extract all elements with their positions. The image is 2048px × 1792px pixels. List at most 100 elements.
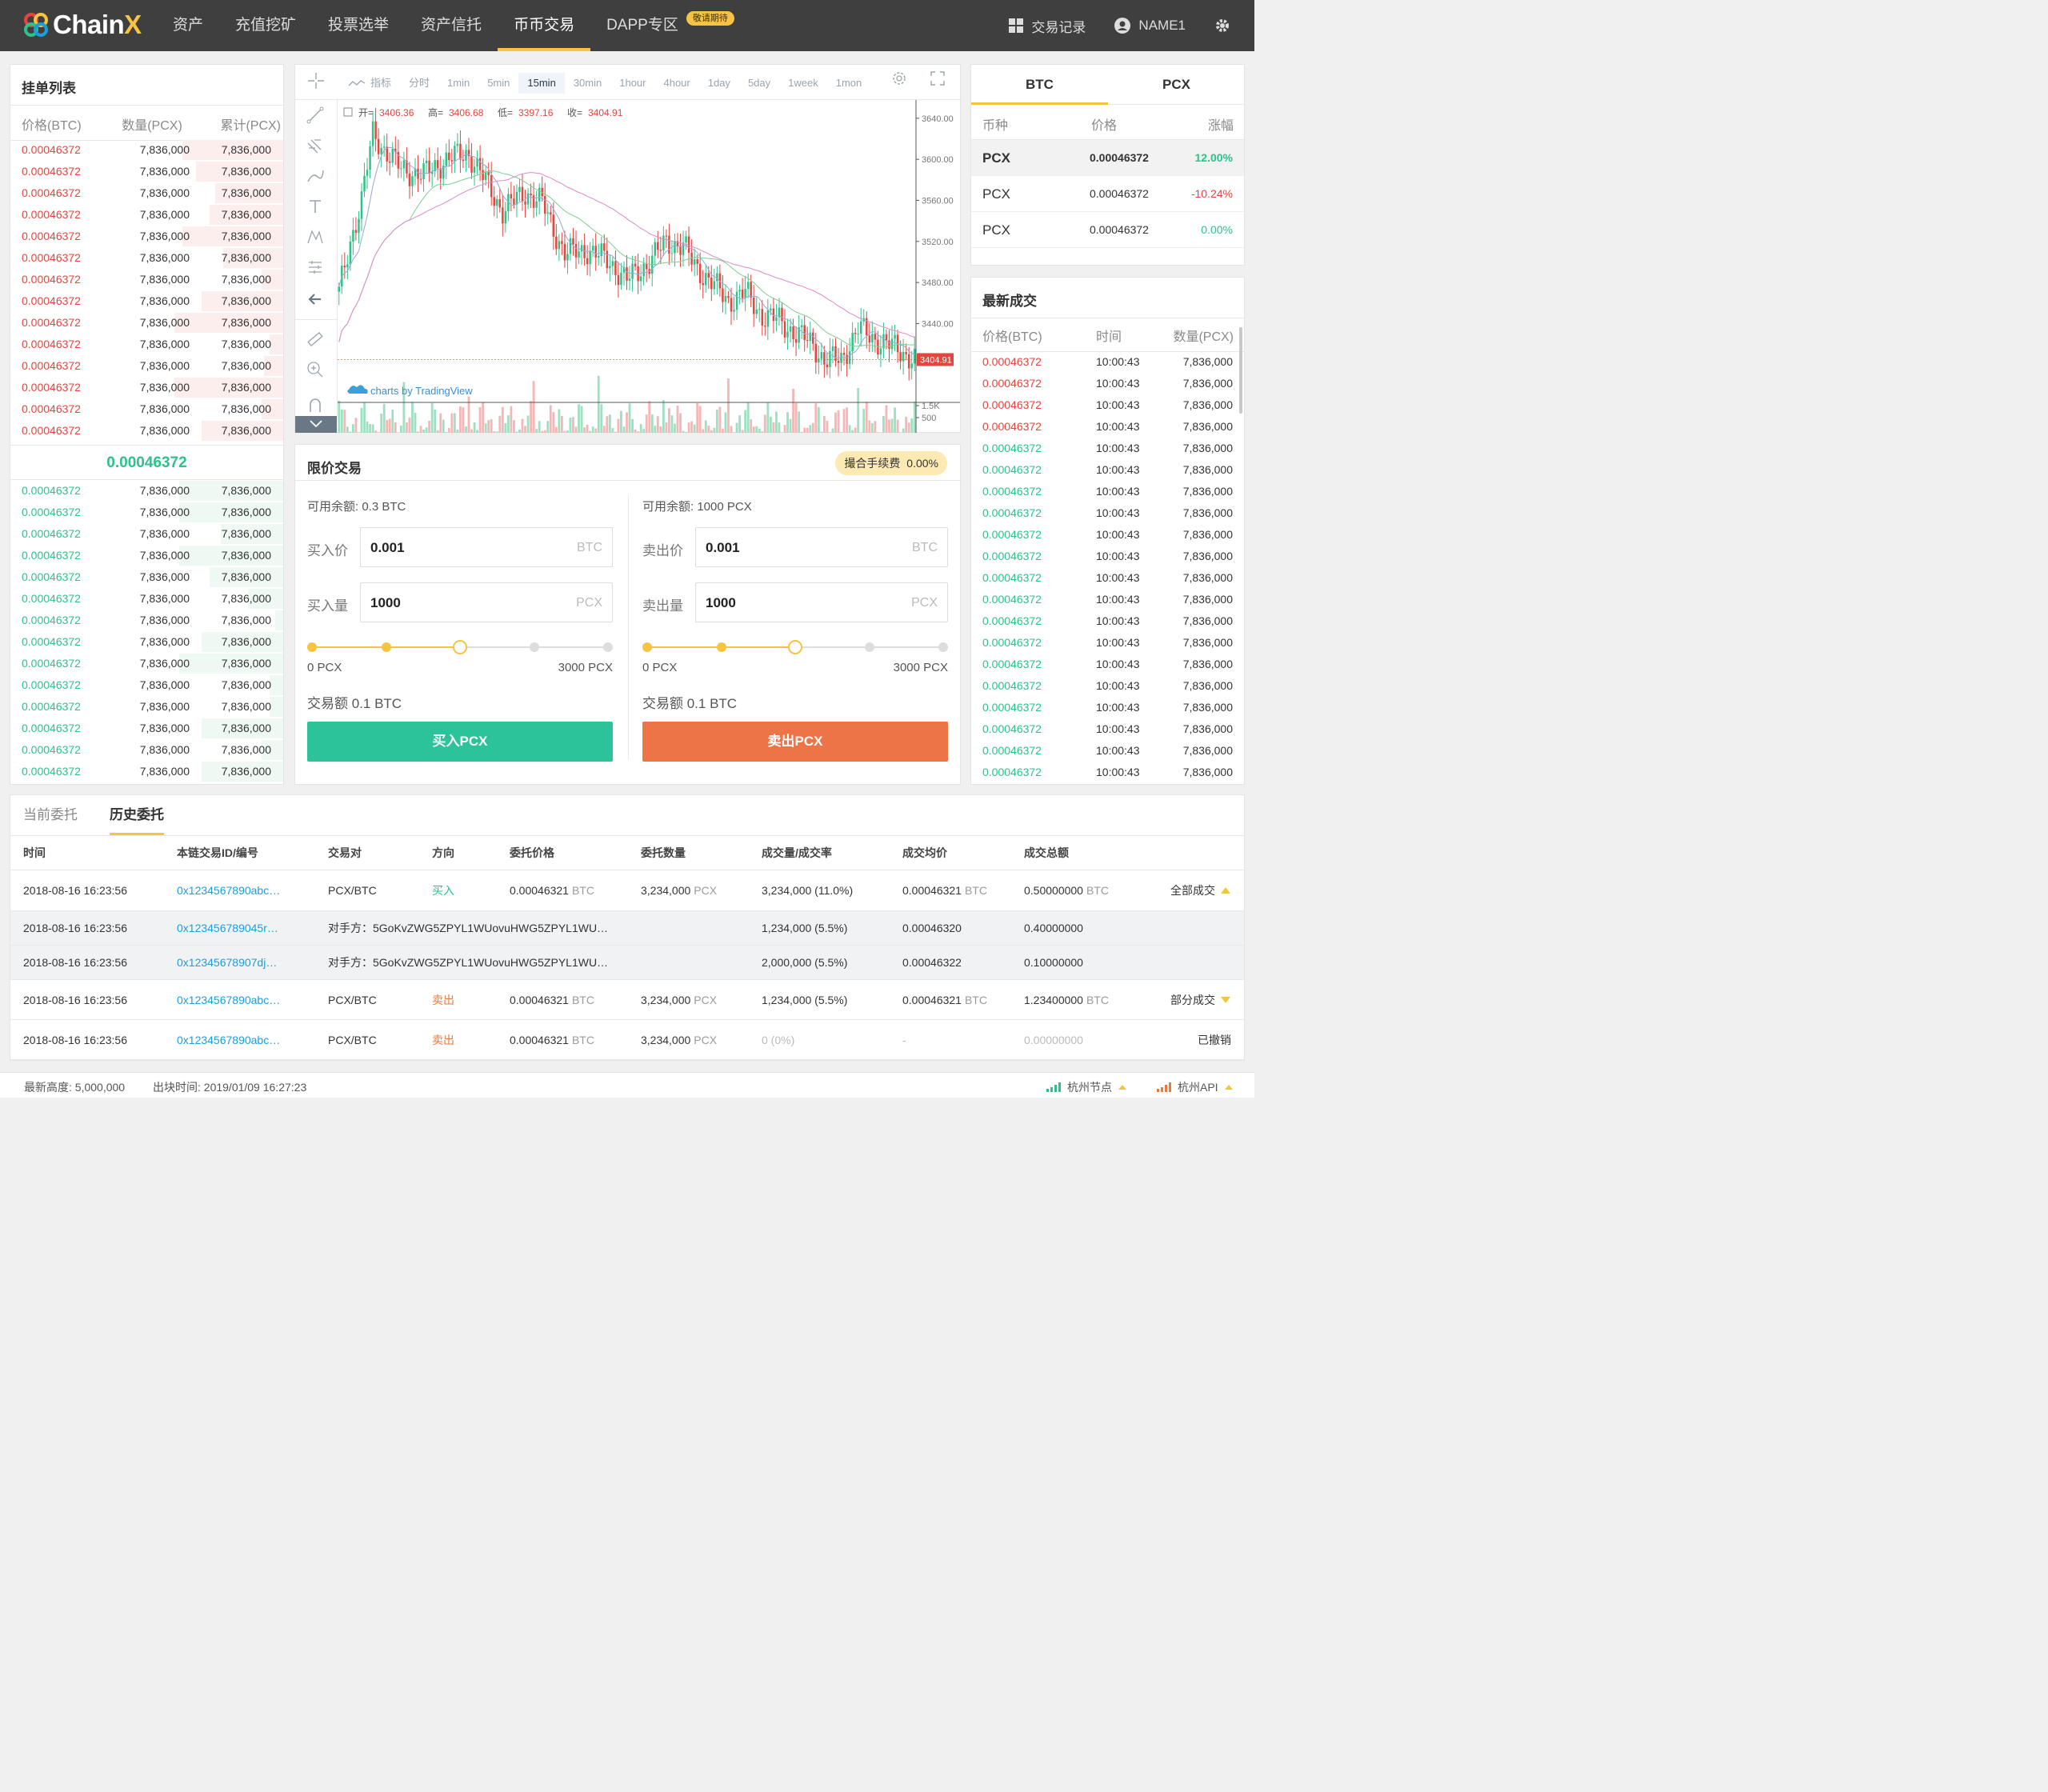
fib-tool-icon[interactable] bbox=[306, 137, 324, 154]
nav-item-0[interactable]: 资产 bbox=[157, 0, 219, 51]
bid-row[interactable]: 0.00046372 7,836,000 7,836,000 bbox=[10, 480, 283, 502]
fullscreen-icon[interactable] bbox=[929, 70, 946, 87]
order-tab-0[interactable]: 当前委托 bbox=[23, 795, 78, 835]
pair-tab-BTC[interactable]: BTC bbox=[971, 65, 1108, 105]
sell-amount-slider[interactable] bbox=[642, 640, 948, 654]
ask-row[interactable]: 0.00046372 7,836,000 7,836,000 bbox=[10, 182, 283, 204]
magnet-tool-icon[interactable] bbox=[306, 398, 324, 412]
nav-item-1[interactable]: 充值挖矿 bbox=[219, 0, 312, 51]
ask-row[interactable]: 0.00046372 7,836,000 7,836,000 bbox=[10, 269, 283, 290]
ask-row[interactable]: 0.00046372 7,836,000 7,836,000 bbox=[10, 420, 283, 442]
slider-step[interactable] bbox=[864, 642, 874, 652]
ruler-tool-icon[interactable] bbox=[306, 330, 324, 348]
timeframe-5min[interactable]: 5min bbox=[478, 73, 518, 94]
measure-tool-icon[interactable] bbox=[306, 258, 324, 276]
nav-item-2[interactable]: 投票选举 bbox=[312, 0, 405, 51]
nav-item-4[interactable]: 币币交易 bbox=[498, 0, 591, 51]
ask-row[interactable]: 0.00046372 7,836,000 7,836,000 bbox=[10, 161, 283, 182]
timeframe-分时[interactable]: 分时 bbox=[400, 73, 438, 94]
pair-tab-PCX[interactable]: PCX bbox=[1108, 65, 1245, 104]
timeframe-1day[interactable]: 1day bbox=[699, 73, 739, 94]
tools-collapse-button[interactable] bbox=[295, 416, 337, 433]
timeframe-5day[interactable]: 5day bbox=[739, 73, 779, 94]
timeframe-1min[interactable]: 1min bbox=[438, 73, 478, 94]
slider-step[interactable] bbox=[529, 642, 539, 652]
ask-row[interactable]: 0.00046372 7,836,000 7,836,000 bbox=[10, 204, 283, 226]
bid-row[interactable]: 0.00046372 7,836,000 7,836,000 bbox=[10, 674, 283, 696]
slider-step[interactable] bbox=[307, 642, 317, 652]
slider-step[interactable] bbox=[381, 642, 391, 652]
bid-row[interactable]: 0.00046372 7,836,000 7,836,000 bbox=[10, 761, 283, 782]
ask-row[interactable]: 0.00046372 7,836,000 7,836,000 bbox=[10, 247, 283, 269]
chart-settings-icon[interactable] bbox=[890, 70, 908, 87]
slider-step[interactable] bbox=[642, 642, 652, 652]
order-id-link[interactable]: 0x12345678907dj… bbox=[177, 956, 277, 969]
order-status[interactable]: 全部成交 bbox=[1170, 882, 1231, 898]
slider-step[interactable] bbox=[716, 642, 726, 652]
nav-item-5[interactable]: DAPP专区 敬请期待 bbox=[590, 0, 734, 51]
node-selector[interactable]: 杭州节点 bbox=[1046, 1079, 1128, 1095]
api-selector[interactable]: 杭州API bbox=[1157, 1079, 1234, 1095]
ask-row[interactable]: 0.00046372 7,836,000 7,836,000 bbox=[10, 139, 283, 161]
zoom-in-icon[interactable] bbox=[306, 361, 324, 378]
text-tool-icon[interactable] bbox=[306, 198, 324, 215]
sell-price-input[interactable]: 0.001 BTC bbox=[695, 527, 948, 567]
bid-row[interactable]: 0.00046372 7,836,000 7,836,000 bbox=[10, 653, 283, 674]
order-fill-row[interactable]: 2018-08-16 16:23:56 0x123456789045r… 对手方：5… bbox=[10, 911, 1244, 946]
bid-row[interactable]: 0.00046372 7,836,000 7,836,000 bbox=[10, 523, 283, 545]
order-id-link[interactable]: 0x1234567890abc… bbox=[177, 884, 280, 897]
buy-price-input[interactable]: 0.001 BTC bbox=[360, 527, 613, 567]
trend-line-tool-icon[interactable] bbox=[306, 106, 324, 124]
pair-row[interactable]: PCX 0.00046372 -10.24% bbox=[971, 176, 1244, 212]
pattern-tool-icon[interactable] bbox=[306, 228, 324, 246]
scrollbar[interactable] bbox=[1239, 327, 1242, 414]
buy-submit-button[interactable]: 买入PCX bbox=[307, 722, 613, 762]
user-menu[interactable]: NAME1 bbox=[1114, 18, 1186, 34]
ask-row[interactable]: 0.00046372 7,836,000 7,836,000 bbox=[10, 312, 283, 334]
order-tab-1[interactable]: 历史委托 bbox=[110, 795, 164, 835]
price-chart[interactable]: 开= 3406.36 高= 3406.68 低= 3397.16 收= 3404.91 3640… bbox=[338, 100, 961, 433]
slider-handle[interactable] bbox=[453, 640, 467, 654]
timeframe-15min[interactable]: 15min bbox=[518, 73, 565, 94]
sell-submit-button[interactable]: 卖出PCX bbox=[642, 722, 948, 762]
sell-amount-input[interactable]: 1000 PCX bbox=[695, 582, 948, 622]
order-id-link[interactable]: 0x123456789045r… bbox=[177, 922, 278, 934]
buy-amount-slider[interactable] bbox=[307, 640, 613, 654]
order-row[interactable]: 2018-08-16 16:23:56 0x1234567890abc… PCX/B… bbox=[10, 870, 1244, 911]
slider-handle[interactable] bbox=[788, 640, 802, 654]
ask-row[interactable]: 0.00046372 7,836,000 7,836,000 bbox=[10, 355, 283, 377]
bid-row[interactable]: 0.00046372 7,836,000 7,836,000 bbox=[10, 588, 283, 610]
pair-row[interactable]: PCX 0.00046372 12.00% bbox=[971, 140, 1244, 176]
bid-row[interactable]: 0.00046372 7,836,000 7,836,000 bbox=[10, 718, 283, 739]
nav-item-3[interactable]: 资产信托 bbox=[405, 0, 498, 51]
order-id-link[interactable]: 0x1234567890abc… bbox=[177, 994, 280, 1006]
ask-row[interactable]: 0.00046372 7,836,000 7,836,000 bbox=[10, 226, 283, 247]
bid-row[interactable]: 0.00046372 7,836,000 7,836,000 bbox=[10, 610, 283, 631]
buy-amount-input[interactable]: 1000 PCX bbox=[360, 582, 613, 622]
order-row[interactable]: 2018-08-16 16:23:56 0x1234567890abc… PCX/B… bbox=[10, 1020, 1244, 1060]
order-fill-row[interactable]: 2018-08-16 16:23:56 0x12345678907dj… 对手方：5… bbox=[10, 946, 1244, 980]
crosshair-icon[interactable] bbox=[306, 71, 326, 90]
trade-records-link[interactable]: 交易记录 bbox=[1009, 16, 1086, 36]
timeframe-1week[interactable]: 1week bbox=[779, 73, 827, 94]
ask-row[interactable]: 0.00046372 7,836,000 7,836,000 bbox=[10, 290, 283, 312]
order-row[interactable]: 2018-08-16 16:23:56 0x1234567890abc… PCX/B… bbox=[10, 980, 1244, 1020]
bid-row[interactable]: 0.00046372 7,836,000 7,836,000 bbox=[10, 631, 283, 653]
ask-row[interactable]: 0.00046372 7,836,000 7,836,000 bbox=[10, 398, 283, 420]
order-id-link[interactable]: 0x1234567890abc… bbox=[177, 1034, 280, 1046]
ask-row[interactable]: 0.00046372 7,836,000 7,836,000 bbox=[10, 334, 283, 355]
back-arrow-icon[interactable] bbox=[306, 290, 324, 308]
settings-button[interactable] bbox=[1214, 18, 1238, 34]
slider-step[interactable] bbox=[938, 642, 948, 652]
indicators-button[interactable]: 指标 bbox=[348, 73, 391, 94]
order-status[interactable]: 部分成交 bbox=[1170, 992, 1231, 1008]
chainx-logo[interactable]: ChainX bbox=[22, 10, 142, 40]
timeframe-1hour[interactable]: 1hour bbox=[610, 73, 654, 94]
timeframe-1mon[interactable]: 1mon bbox=[827, 73, 871, 94]
bid-row[interactable]: 0.00046372 7,836,000 7,836,000 bbox=[10, 739, 283, 761]
slider-step[interactable] bbox=[603, 642, 613, 652]
timeframe-30min[interactable]: 30min bbox=[565, 73, 610, 94]
bid-row[interactable]: 0.00046372 7,836,000 7,836,000 bbox=[10, 545, 283, 566]
bid-row[interactable]: 0.00046372 7,836,000 7,836,000 bbox=[10, 696, 283, 718]
timeframe-4hour[interactable]: 4hour bbox=[654, 73, 698, 94]
